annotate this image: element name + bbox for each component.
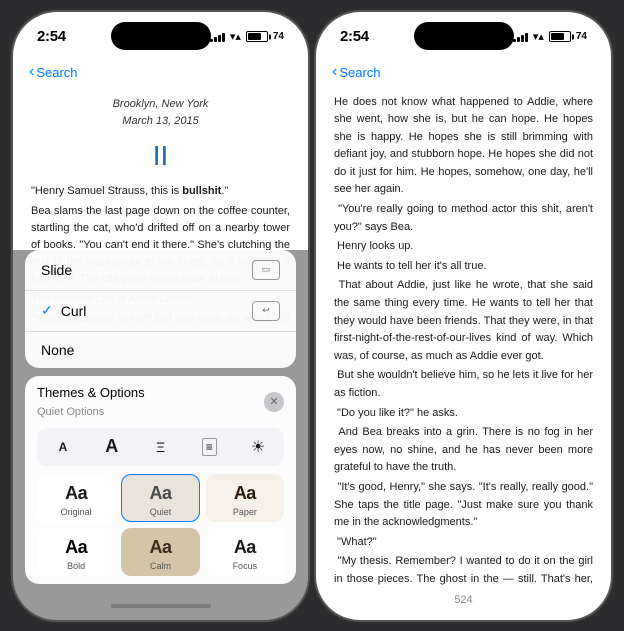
battery-text-right: 74 — [576, 31, 587, 42]
fonts-icon: Ξ — [156, 439, 165, 455]
theme-calm-label: Calm — [150, 561, 171, 571]
theme-focus-label: Focus — [233, 561, 258, 571]
page-number: 524 — [316, 590, 611, 610]
wifi-icon: ▾▴ — [230, 30, 241, 43]
transition-slide[interactable]: Slide ▭ — [25, 250, 296, 291]
right-para-4: He wants to tell her it's all true. — [334, 258, 593, 276]
theme-focus-preview: Aa — [234, 537, 256, 558]
layout-button[interactable]: ≡ — [191, 432, 227, 462]
time-right: 2:54 — [340, 28, 369, 45]
transition-menu: Slide ▭ Curl ↩ None — [25, 250, 296, 368]
right-para-2: "You're really going to method actor thi… — [334, 201, 593, 236]
book-content-right: He does not know what happened to Addie,… — [316, 92, 611, 590]
right-phone: 2:54 ▾▴ 74 ‹ Search — [316, 12, 611, 620]
slide-label: Slide — [41, 262, 252, 278]
battery-icon — [246, 31, 268, 42]
theme-calm[interactable]: Aa Calm — [121, 528, 199, 576]
page-layout-icon: ≡ — [202, 438, 217, 456]
home-indicator-left — [13, 592, 308, 620]
left-phone: 2:54 ▾▴ 74 ‹ Search — [13, 12, 308, 620]
curl-icon: ↩ — [252, 301, 280, 321]
theme-quiet[interactable]: Aa Quiet — [121, 474, 199, 522]
dynamic-island-right — [414, 22, 514, 50]
book-location: Brooklyn, New York March 13, 2015 — [31, 96, 290, 130]
signal-icon — [210, 31, 225, 42]
theme-original-label: Original — [61, 507, 92, 517]
brightness-icon: ☀ — [251, 437, 265, 457]
home-bar-left — [111, 604, 211, 608]
transition-none[interactable]: None — [25, 332, 296, 368]
theme-cards: Aa Original Aa Quiet Aa Paper Aa Bold — [37, 474, 284, 576]
controls-row: A A Ξ ≡ ☀ — [37, 428, 284, 466]
brightness-button[interactable]: ☀ — [240, 432, 276, 462]
back-label-right: Search — [339, 65, 380, 80]
theme-focus[interactable]: Aa Focus — [206, 528, 284, 576]
right-para-7: "Do you like it?" he asks. — [334, 405, 593, 423]
font-increase-button[interactable]: A — [94, 432, 130, 462]
dynamic-island — [111, 22, 211, 50]
font-decrease-button[interactable]: A — [45, 432, 81, 462]
overlay-panel: Slide ▭ Curl ↩ None — [13, 250, 308, 620]
nav-bar-left: ‹ Search — [13, 56, 308, 92]
theme-original[interactable]: Aa Original — [37, 474, 115, 522]
back-label-left: Search — [36, 65, 77, 80]
close-button[interactable]: ✕ — [264, 392, 284, 412]
theme-bold-preview: Aa — [65, 537, 87, 558]
theme-bold[interactable]: Aa Bold — [37, 528, 115, 576]
battery-icon-right — [549, 31, 571, 42]
right-para-3: Henry looks up. — [334, 238, 593, 256]
themes-subtitle: Quiet Options — [37, 406, 104, 418]
time-left: 2:54 — [37, 28, 66, 45]
back-button-left[interactable]: ‹ Search — [29, 64, 78, 81]
theme-paper[interactable]: Aa Paper — [206, 474, 284, 522]
right-icons-left: ▾▴ 74 — [210, 30, 284, 43]
theme-calm-preview: Aa — [149, 537, 171, 558]
theme-original-preview: Aa — [65, 483, 87, 504]
right-para-8: And Bea breaks into a grin. There is no … — [334, 424, 593, 477]
slide-icon: ▭ — [252, 260, 280, 280]
home-indicator-right — [316, 610, 611, 620]
right-para-9: "It's good, Henry," she says. "It's real… — [334, 479, 593, 532]
curl-label: Curl — [61, 303, 252, 319]
right-para-11: "My thesis. Remember? I wanted to do it … — [334, 553, 593, 589]
theme-bold-label: Bold — [67, 561, 85, 571]
right-para-5: That about Addie, just like he wrote, th… — [334, 277, 593, 365]
right-para-6: But she wouldn't believe him, so he lets… — [334, 367, 593, 402]
right-para-1: He does not know what happened to Addie,… — [334, 94, 593, 200]
wifi-icon-right: ▾▴ — [533, 30, 544, 43]
nav-bar-right: ‹ Search — [316, 56, 611, 92]
fonts-button[interactable]: Ξ — [143, 432, 179, 462]
right-para-10: "What?" — [334, 534, 593, 552]
chevron-icon: ‹ — [29, 63, 34, 81]
right-icons-right: ▾▴ 74 — [513, 30, 587, 43]
chapter-numeral: II — [31, 134, 290, 177]
themes-title: Themes & Options — [37, 385, 145, 400]
none-label: None — [41, 342, 280, 358]
back-button-right[interactable]: ‹ Search — [332, 64, 381, 81]
signal-icon-right — [513, 31, 528, 42]
battery-text-left: 74 — [273, 31, 284, 42]
theme-paper-preview: Aa — [234, 483, 256, 504]
themes-panel: Themes & Options Quiet Options ✕ A A Ξ ≡ — [25, 376, 296, 584]
phones-container: 2:54 ▾▴ 74 ‹ Search — [0, 0, 624, 631]
themes-header: Themes & Options Quiet Options ✕ — [37, 384, 284, 420]
chevron-icon-right: ‹ — [332, 63, 337, 81]
theme-paper-label: Paper — [233, 507, 257, 517]
transition-curl[interactable]: Curl ↩ — [25, 291, 296, 332]
book-para-1: "Henry Samuel Strauss, this is bullshit.… — [31, 183, 290, 200]
theme-quiet-label: Quiet — [150, 507, 172, 517]
theme-quiet-preview: Aa — [149, 483, 171, 504]
